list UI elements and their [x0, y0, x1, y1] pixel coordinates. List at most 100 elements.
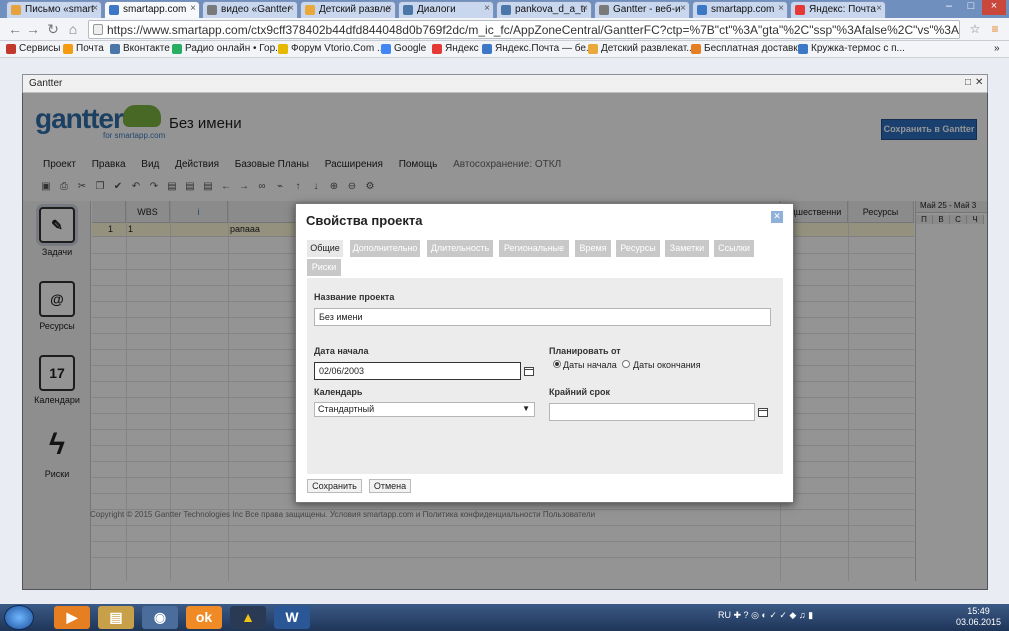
bookmark-item[interactable]: Вконтакте	[110, 43, 170, 54]
bookmark-item[interactable]: Радио онлайн • Гор...	[172, 43, 284, 54]
project-name-input[interactable]: Без имени	[314, 308, 771, 326]
browser-tab[interactable]: smartapp.com ×	[692, 1, 788, 18]
calendar-select-value: Стандартный	[318, 404, 375, 414]
reload-icon[interactable]: ↻	[44, 21, 62, 37]
browser-tab-active[interactable]: smartapp.com ×	[104, 1, 200, 18]
bookmark-item[interactable]: Яндекс	[432, 43, 479, 54]
tab-time[interactable]: Время	[575, 240, 611, 257]
schedule-from-finish-label: Даты окончания	[633, 360, 701, 370]
start-button[interactable]	[4, 605, 34, 630]
window-title: Gantter	[23, 75, 987, 93]
mail-icon	[11, 5, 21, 15]
tab-links[interactable]: Ссылки	[714, 240, 754, 257]
deadline-label: Крайний срок	[549, 387, 611, 397]
browser-tab[interactable]: Яндекс: Почта ×	[790, 1, 886, 18]
app-icon[interactable]: ▲	[230, 606, 266, 629]
close-icon[interactable]: ×	[92, 3, 98, 14]
site-icon	[599, 5, 609, 15]
bookmark-item[interactable]: Кружка-термос с п...	[798, 43, 905, 54]
star-icon[interactable]: ☆	[966, 21, 984, 37]
odnoklassniki-icon[interactable]: ok	[186, 606, 222, 629]
delivery-icon	[691, 44, 701, 54]
close-icon[interactable]: ✕	[975, 77, 983, 88]
menu-icon[interactable]: ≡	[986, 21, 1004, 37]
bookmarks-bar: Сервисы Почта Вконтакте Радио онлайн • Г…	[0, 41, 1009, 58]
browser-navbar: ← → ↻ ⌂ https://www.smartapp.com/ctx9cff…	[0, 18, 1009, 41]
explorer-icon[interactable]: ▤	[98, 606, 134, 629]
bookmark-item[interactable]: Детский развлекат...	[588, 43, 695, 54]
schedule-from-start-label: Даты начала	[563, 360, 617, 370]
browser-tab[interactable]: pankova_d_a_tr ×	[496, 1, 592, 18]
maximize-window-icon[interactable]: □	[960, 0, 982, 15]
close-icon[interactable]: ✕	[771, 211, 783, 223]
close-icon[interactable]: ×	[778, 3, 784, 14]
close-icon[interactable]: ×	[386, 3, 392, 14]
close-icon[interactable]: ×	[876, 3, 882, 14]
minimize-window-icon[interactable]: –	[938, 0, 960, 15]
chevron-down-icon: ▼	[522, 404, 530, 413]
lock-icon	[93, 24, 103, 35]
browser-tab[interactable]: Gantter - веб-и ×	[594, 1, 690, 18]
site-icon	[798, 44, 808, 54]
media-player-icon[interactable]: ▶	[54, 606, 90, 629]
browser-tab[interactable]: Диалоги ×	[398, 1, 494, 18]
tab-risks[interactable]: Риски	[307, 259, 341, 276]
dialog-title: Свойства проекта	[306, 213, 423, 228]
smartapp-icon	[697, 5, 707, 15]
start-date-input[interactable]: 02/06/2003	[314, 362, 521, 380]
project-properties-dialog: Свойства проекта ✕ Общие Дополнительно Д…	[295, 203, 794, 503]
calendar-icon[interactable]	[758, 408, 768, 417]
yandex-icon	[432, 44, 442, 54]
browser-tab[interactable]: Письмо «smart ×	[6, 1, 102, 18]
browser-tab[interactable]: Детский развле ×	[300, 1, 396, 18]
deadline-input[interactable]	[549, 403, 755, 421]
bookmark-item[interactable]: Google	[381, 43, 426, 54]
close-icon[interactable]: ×	[484, 3, 490, 14]
address-bar[interactable]: https://www.smartapp.com/ctx9cff378402b4…	[88, 20, 960, 39]
save-button[interactable]: Сохранить	[307, 479, 362, 493]
bookmark-item[interactable]: Яндекс.Почта — бе...	[482, 43, 594, 54]
bookmark-item[interactable]: Почта	[63, 43, 104, 54]
close-icon[interactable]: ×	[288, 3, 294, 14]
word-icon[interactable]: W	[274, 606, 310, 629]
back-icon[interactable]: ←	[6, 21, 24, 37]
mail-icon	[63, 44, 73, 54]
browser-tab[interactable]: видео «Gantter ×	[202, 1, 298, 18]
tab-resources[interactable]: Ресурсы	[616, 240, 660, 257]
home-icon[interactable]: ⌂	[64, 21, 82, 37]
close-window-icon[interactable]: ×	[982, 0, 1006, 15]
language-indicator[interactable]: RU	[718, 610, 731, 620]
tab-regional[interactable]: Региональные	[499, 240, 569, 257]
bookmark-item[interactable]: Бесплатная доставк...	[691, 43, 806, 54]
calendar-select[interactable]: Стандартный ▼	[314, 402, 535, 417]
forward-icon[interactable]: →	[24, 21, 42, 37]
calendar-label: Календарь	[314, 387, 363, 397]
close-icon[interactable]: ×	[680, 3, 686, 14]
close-icon[interactable]: ×	[582, 3, 588, 14]
forum-icon	[278, 44, 288, 54]
clock[interactable]: 15:49 03.06.2015	[956, 606, 1001, 628]
schedule-from-finish-radio[interactable]	[622, 360, 630, 368]
tab-notes[interactable]: Заметки	[665, 240, 709, 257]
schedule-from-start-radio[interactable]	[553, 360, 561, 368]
tab-duration[interactable]: Длительность	[427, 240, 493, 257]
tab-general[interactable]: Общие	[307, 240, 343, 257]
site-icon	[305, 5, 315, 15]
smartapp-icon	[109, 5, 119, 15]
chrome-icon[interactable]: ◉	[142, 606, 178, 629]
apps-icon	[6, 44, 16, 54]
site-icon	[588, 44, 598, 54]
tray-icons[interactable]: ✚ ? ◎ ◐ ✓ ✓ ◆ ♫ ▮	[734, 610, 814, 620]
bookmark-item[interactable]: Сервисы	[6, 43, 60, 54]
yandex-icon	[795, 5, 805, 15]
maximize-icon[interactable]: □	[965, 77, 971, 88]
cancel-button[interactable]: Отмена	[369, 479, 411, 493]
browser-tabstrip: Письмо «smart × smartapp.com × видео «Gant…	[0, 0, 1009, 18]
close-icon[interactable]: ×	[190, 3, 196, 14]
project-name-label: Название проекта	[314, 292, 395, 302]
bookmark-item[interactable]: Форум Vtorio.Com ...	[278, 43, 385, 54]
calendar-icon[interactable]	[524, 367, 534, 376]
tab-advanced[interactable]: Дополнительно	[350, 240, 420, 257]
more-bookmarks-icon[interactable]: »	[994, 43, 1000, 54]
vk-icon	[501, 5, 511, 15]
